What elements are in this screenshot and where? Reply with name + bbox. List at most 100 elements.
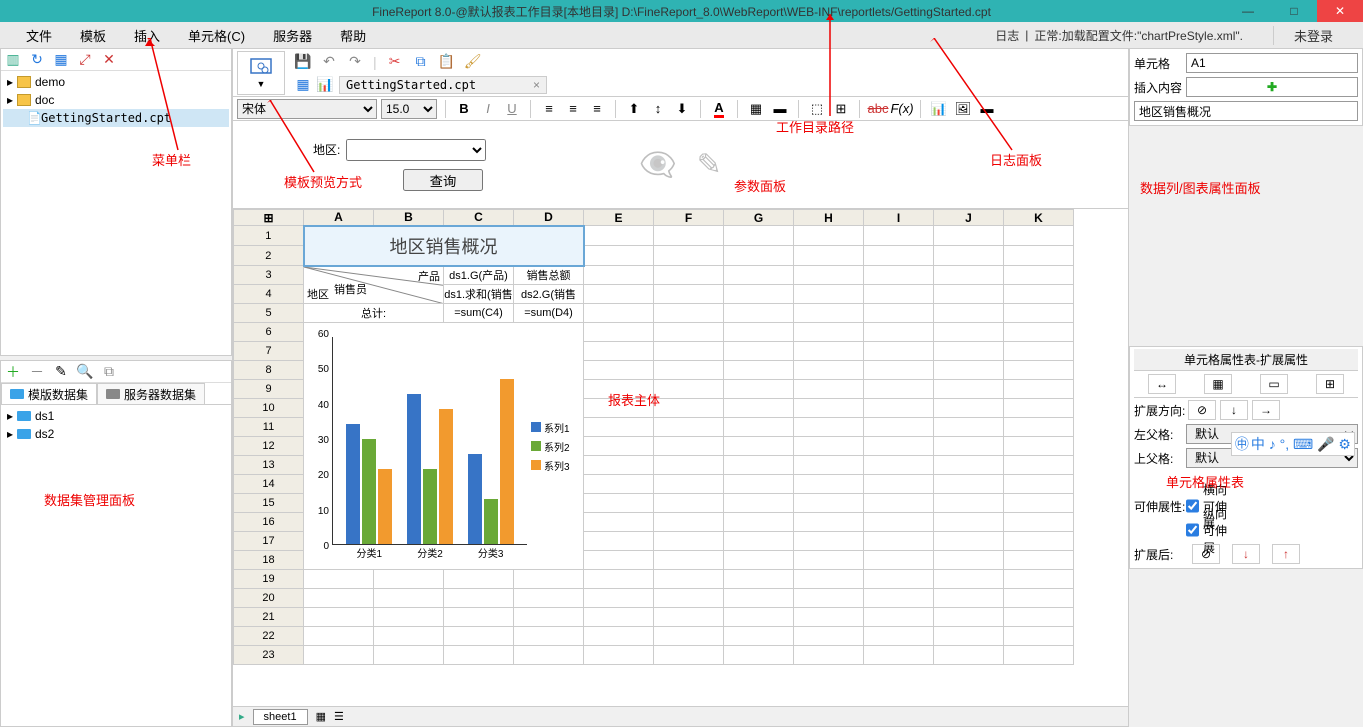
save-icon[interactable]: 💾 [295, 54, 311, 70]
copy-icon[interactable]: ⧉ [413, 54, 429, 70]
ime-icon: ㊥ [1235, 434, 1249, 454]
preview-button[interactable]: ▼ [237, 51, 285, 95]
cut-icon[interactable]: ✂ [387, 54, 403, 70]
delete-icon[interactable]: ✕ [101, 52, 117, 68]
bold-button[interactable]: B [454, 99, 474, 119]
align-center-icon[interactable]: ≡ [563, 99, 583, 119]
watermark: 👁‍🗨 ✎ [639, 147, 722, 182]
format-toolbar: 宋体 15.0 B I U ≡ ≡ ≡ ⬆ ↕ ⬇ A ▦ ▬ ⬚ ⊞ abc … [233, 97, 1128, 121]
chevron-down-icon: ▼ [257, 79, 266, 89]
left-parent-label: 左父格: [1134, 426, 1186, 443]
param-region-select[interactable] [346, 139, 486, 161]
top-parent-label: 上父格: [1134, 450, 1186, 467]
insert-content-button[interactable]: ✚ [1186, 77, 1358, 97]
tab-server-ds[interactable]: 服务器数据集 [97, 383, 205, 404]
valign-bot-icon[interactable]: ⬇ [672, 99, 692, 119]
sheet-menu-icon[interactable]: ☰ [334, 710, 344, 723]
align-left-icon[interactable]: ≡ [539, 99, 559, 119]
chart-icon[interactable]: 📊 [929, 99, 949, 119]
style-tab-icon[interactable]: ▦ [1204, 374, 1232, 394]
fx-icon[interactable]: F(x) [892, 99, 912, 119]
anno-cellprops: 单元格属性表 [1166, 472, 1244, 491]
after-desc[interactable]: ↑ [1272, 544, 1300, 564]
maximize-button[interactable]: □ [1271, 0, 1317, 22]
undo-icon[interactable]: ↶ [321, 54, 337, 70]
anno-menubar: 菜单栏 [152, 150, 191, 169]
grid-icon[interactable]: ▦ [53, 52, 69, 68]
edit-ds-icon[interactable]: ✎ [53, 364, 69, 380]
valign-mid-icon[interactable]: ↕ [648, 99, 668, 119]
tab-template-ds[interactable]: 模版数据集 [1, 383, 97, 404]
other-tab-icon[interactable]: ⊞ [1316, 374, 1344, 394]
menu-server[interactable]: 服务器 [259, 26, 326, 45]
tree-file-selected[interactable]: 📄GettingStarted.cpt [3, 109, 229, 127]
preview-ds-icon[interactable]: 🔍 [77, 364, 93, 380]
file-tab[interactable]: GettingStarted.cpt× [339, 76, 547, 94]
italic-button[interactable]: I [478, 99, 498, 119]
anno-param: 参数面板 [734, 176, 786, 195]
anno-right: 数据列/图表属性面板 [1140, 178, 1261, 197]
underline-button[interactable]: U [502, 99, 522, 119]
sheet-area[interactable]: ⊞ABCDEFGHIJK1地区销售概况23产品销售员地区ds1.G(产品)销售总… [233, 209, 1128, 706]
align-right-icon[interactable]: ≡ [587, 99, 607, 119]
font-select[interactable]: 宋体 [237, 99, 377, 119]
sheet-tab[interactable]: sheet1 [253, 709, 308, 725]
props-title: 单元格属性表-扩展属性 [1134, 349, 1358, 371]
border-icon[interactable]: ▦ [746, 99, 766, 119]
strike-icon[interactable]: abc [868, 99, 888, 119]
add-sheet-icon[interactable]: ▦ [316, 710, 326, 723]
dir-none[interactable]: ⊘ [1188, 400, 1216, 420]
menu-cell[interactable]: 单元格(C) [174, 26, 259, 45]
file-tree-panel: ▥ ↻ ▦ ⤢ ✕ ▸demo ▸doc 📄GettingStarted.cpt [0, 48, 232, 356]
add-ds-icon[interactable]: ＋ [5, 364, 21, 380]
brush-icon[interactable]: 🖌 [465, 54, 481, 70]
form-tab-icon[interactable]: ▭ [1260, 374, 1288, 394]
report-icon[interactable]: 📊 [317, 77, 333, 93]
ds-item[interactable]: ▸ds2 [3, 425, 229, 443]
expand-icon[interactable]: ⤢ [77, 52, 93, 68]
after-none[interactable]: ⊘ [1192, 544, 1220, 564]
dir-down[interactable]: ↓ [1220, 400, 1248, 420]
anno-preview: 模板预览方式 [284, 172, 362, 191]
copy-ds-icon[interactable]: ⧉ [101, 364, 117, 380]
menu-insert[interactable]: 插入 [120, 26, 174, 45]
login-status[interactable]: 未登录 [1273, 26, 1363, 45]
stretch-label: 可伸展性: [1134, 498, 1186, 515]
sheet-tabs: ▸ sheet1 ▦ ☰ [233, 706, 1128, 726]
menu-template[interactable]: 模板 [66, 26, 120, 45]
dataset-panel: ＋ － ✎ 🔍 ⧉ 模版数据集 服务器数据集 ▸ds1 ▸ds2 [0, 360, 232, 727]
redo-icon[interactable]: ↷ [347, 54, 363, 70]
image-icon[interactable]: 🖼 [953, 99, 973, 119]
fontsize-select[interactable]: 15.0 [381, 99, 437, 119]
widget-icon[interactable]: ▬ [977, 99, 997, 119]
remove-ds-icon[interactable]: － [29, 364, 45, 380]
valign-top-icon[interactable]: ⬆ [624, 99, 644, 119]
dir-right[interactable]: → [1252, 400, 1280, 420]
cell-ref-input[interactable] [1186, 53, 1358, 73]
menubar: 文件 模板 插入 单元格(C) 服务器 帮助 日志 | 正常:加载配置文件:"c… [0, 22, 1363, 48]
minimize-button[interactable]: — [1225, 0, 1271, 22]
expand-tab-icon[interactable]: ↔ [1148, 374, 1176, 394]
grid-toggle-icon[interactable]: ▦ [295, 77, 311, 93]
cell-label: 单元格 [1134, 55, 1186, 72]
query-button[interactable]: 查询 [403, 169, 483, 191]
fill-icon[interactable]: ▬ [770, 99, 790, 119]
unmerge-icon[interactable]: ⊞ [831, 99, 851, 119]
content-input[interactable] [1134, 101, 1358, 121]
merge-icon[interactable]: ⬚ [807, 99, 827, 119]
tree-folder[interactable]: ▸doc [3, 91, 229, 109]
file-tree: ▸demo ▸doc 📄GettingStarted.cpt [1, 71, 231, 129]
tree-folder[interactable]: ▸demo [3, 73, 229, 91]
close-button[interactable]: ✕ [1317, 0, 1363, 22]
ds-item[interactable]: ▸ds1 [3, 407, 229, 425]
close-tab-icon[interactable]: × [533, 78, 540, 92]
new-icon[interactable]: ▥ [5, 52, 21, 68]
after-asc[interactable]: ↓ [1232, 544, 1260, 564]
log-label[interactable]: 日志 [995, 27, 1019, 44]
fontcolor-icon[interactable]: A [709, 99, 729, 119]
menu-file[interactable]: 文件 [12, 26, 66, 45]
ime-toolbar[interactable]: ㊥中 ♪ °, ⌨ 🎤 ⚙ [1231, 432, 1355, 456]
menu-help[interactable]: 帮助 [326, 26, 380, 45]
refresh-icon[interactable]: ↻ [29, 52, 45, 68]
paste-icon[interactable]: 📋 [439, 54, 455, 70]
